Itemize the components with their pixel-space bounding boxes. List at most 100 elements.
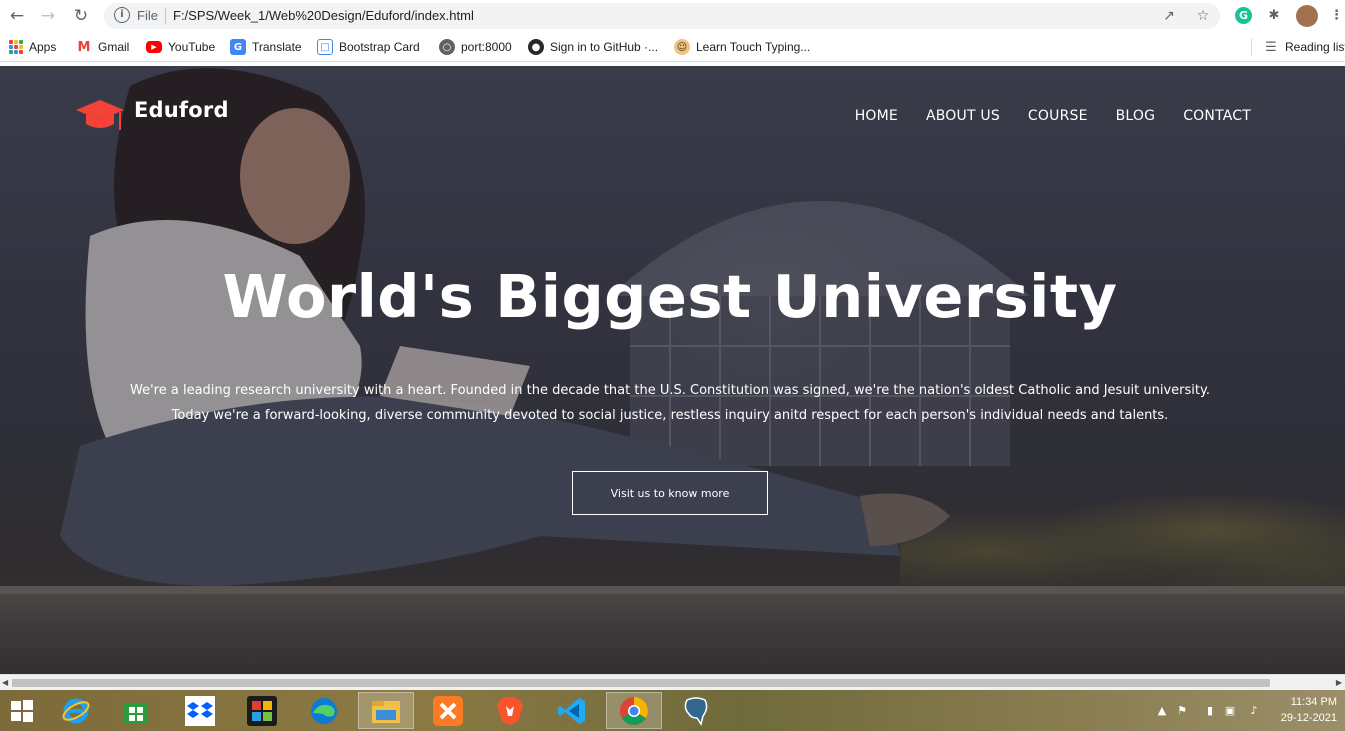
taskbar-edge[interactable] (296, 692, 352, 729)
youtube-icon: ▶ (146, 41, 162, 53)
share-icon[interactable]: ↗ (1160, 7, 1178, 25)
brand-name: Eduford (134, 98, 229, 122)
nav-link-blog[interactable]: BLOG (1116, 108, 1156, 124)
reload-icon: ↻ (73, 6, 89, 26)
page-viewport: Eduford HOME ABOUT US COURSE BLOG CONTAC… (0, 66, 1345, 674)
address-bar[interactable]: i File F:/SPS/Week_1/Web%20Design/Edufor… (104, 3, 1220, 29)
bookmark-label: Apps (29, 40, 57, 54)
bookmark-label: Bootstrap Card (339, 40, 420, 54)
bookmark-label: Learn Touch Typing... (696, 40, 811, 54)
bookmark-port-8000[interactable]: ○ port:8000 (439, 38, 512, 56)
show-hidden-icons-chevron-icon[interactable]: ▲ (1155, 704, 1169, 718)
scroll-right-arrow-icon[interactable]: ▶ (1336, 678, 1342, 687)
scroll-left-arrow-icon[interactable]: ◀ (2, 678, 8, 687)
internet-explorer-icon (62, 698, 90, 723)
hero-description: We're a leading research university with… (60, 378, 1280, 428)
taskbar-brave[interactable] (482, 692, 538, 729)
chrome-icon (620, 696, 648, 725)
puzzle-app-icon (247, 695, 277, 726)
taskbar-microsoft-store[interactable] (108, 692, 164, 729)
nav-link-about-us[interactable]: ABOUT US (926, 108, 1000, 124)
start-button[interactable] (0, 692, 44, 729)
bookmark-youtube[interactable]: ▶ YouTube (146, 38, 215, 56)
horizontal-scrollbar[interactable]: ◀ ▶ (0, 674, 1345, 690)
windows-taskbar: ▲ ⚑ ▮ ▣ ♪ 11:34 PM 29-12-2021 (0, 690, 1345, 731)
info-icon[interactable]: i (114, 7, 130, 23)
reading-list-button[interactable]: ☰ Reading list (1263, 38, 1345, 56)
hero-title: World's Biggest University (222, 262, 1118, 331)
battery-icon[interactable]: ▮ (1203, 704, 1217, 718)
profile-avatar[interactable] (1296, 5, 1318, 27)
nav-link-course[interactable]: COURSE (1028, 108, 1088, 124)
forward-button[interactable]: → (37, 5, 59, 27)
visit-us-button[interactable]: Visit us to know more (572, 471, 768, 515)
url-text[interactable]: F:/SPS/Week_1/Web%20Design/Eduford/index… (173, 8, 474, 23)
graduation-cap-icon (76, 100, 124, 130)
bookmark-label: Translate (252, 40, 302, 54)
clock-time: 11:34 PM (1290, 696, 1337, 708)
bookmark-touch-typing[interactable]: ☺ Learn Touch Typing... (674, 38, 810, 56)
translate-icon: G (230, 39, 246, 55)
menu-kebab-icon[interactable]: ⋮ (1330, 6, 1343, 26)
reading-list-label: Reading list (1285, 40, 1345, 54)
bookmark-github[interactable]: ● Sign in to GitHub ·... (528, 38, 658, 56)
system-tray: ▲ ⚑ ▮ ▣ ♪ 11:34 PM 29-12-2021 (1145, 690, 1345, 731)
star-icon[interactable]: ☆ (1194, 7, 1212, 25)
apps-grid-icon (9, 40, 23, 54)
bookmark-label: YouTube (168, 40, 216, 54)
reload-button[interactable]: ↻ (70, 5, 92, 27)
bookmark-label: Sign in to GitHub ·... (550, 40, 659, 54)
site-logo[interactable]: Eduford (76, 96, 229, 136)
postgresql-icon (684, 696, 708, 726)
bookmarks-bar: Apps M Gmail ▶ YouTube G Translate □ Boo… (0, 32, 1345, 62)
action-center-flag-icon[interactable]: ⚑ (1175, 704, 1189, 718)
browser-toolbar: ← → ↻ i File F:/SPS/Week_1/Web%20Design/… (0, 0, 1345, 32)
taskbar-file-explorer[interactable] (358, 692, 414, 729)
taskbar-xampp[interactable] (420, 692, 476, 729)
gmail-icon: M (77, 39, 91, 55)
url-divider (165, 8, 166, 24)
xampp-icon (433, 695, 463, 726)
bookmark-label: port:8000 (461, 40, 512, 54)
bookmark-bootstrap-card[interactable]: □ Bootstrap Card (317, 38, 420, 56)
clock-date: 29-12-2021 (1280, 712, 1337, 724)
brave-icon (497, 696, 523, 725)
edge-icon (311, 697, 337, 724)
file-explorer-icon (372, 700, 400, 723)
url-scheme-label: File (137, 8, 158, 23)
globe-icon: ○ (439, 39, 455, 55)
site-nav: HOME ABOUT US COURSE BLOG CONTACT (855, 108, 1251, 124)
nav-link-contact[interactable]: CONTACT (1183, 108, 1251, 124)
github-icon: ● (528, 39, 544, 55)
taskbar-chrome[interactable] (606, 692, 662, 729)
reading-list-icon: ☰ (1265, 39, 1277, 55)
taskbar-internet-explorer[interactable] (48, 692, 104, 729)
bookmark-apps[interactable]: Apps (9, 38, 56, 56)
arrow-left-icon: ← (9, 6, 25, 26)
back-button[interactable]: ← (6, 5, 28, 27)
bookmarks-divider (1251, 38, 1252, 56)
bookmark-label: Gmail (98, 40, 130, 54)
volume-icon[interactable]: ♪ (1247, 704, 1261, 718)
network-icon[interactable]: ▣ (1223, 704, 1237, 718)
microsoft-store-icon (124, 702, 148, 723)
dropbox-icon (185, 695, 215, 726)
scrollbar-thumb[interactable] (12, 679, 1270, 687)
taskbar-clock[interactable]: 11:34 PM 29-12-2021 (1275, 694, 1337, 726)
grammarly-extension-icon[interactable]: G (1235, 7, 1252, 24)
bookmark-gmail[interactable]: M Gmail (76, 38, 130, 56)
vscode-icon (558, 697, 585, 724)
taskbar-dropbox[interactable] (172, 692, 228, 729)
taskbar-puzzle-app[interactable] (234, 692, 290, 729)
nav-link-home[interactable]: HOME (855, 108, 898, 124)
hero-description-line-1: We're a leading research university with… (130, 383, 1210, 398)
bookmark-translate[interactable]: G Translate (230, 38, 302, 56)
hero-description-line-2: Today we're a forward-looking, diverse c… (171, 408, 1169, 423)
extensions-puzzle-icon[interactable]: ✱ (1264, 6, 1284, 26)
typing-icon: ☺ (674, 39, 690, 55)
arrow-right-icon: → (40, 6, 56, 26)
taskbar-postgresql[interactable] (668, 692, 724, 729)
taskbar-vscode[interactable] (544, 692, 600, 729)
bootstrap-icon: □ (317, 39, 333, 55)
windows-logo-icon (11, 699, 33, 722)
